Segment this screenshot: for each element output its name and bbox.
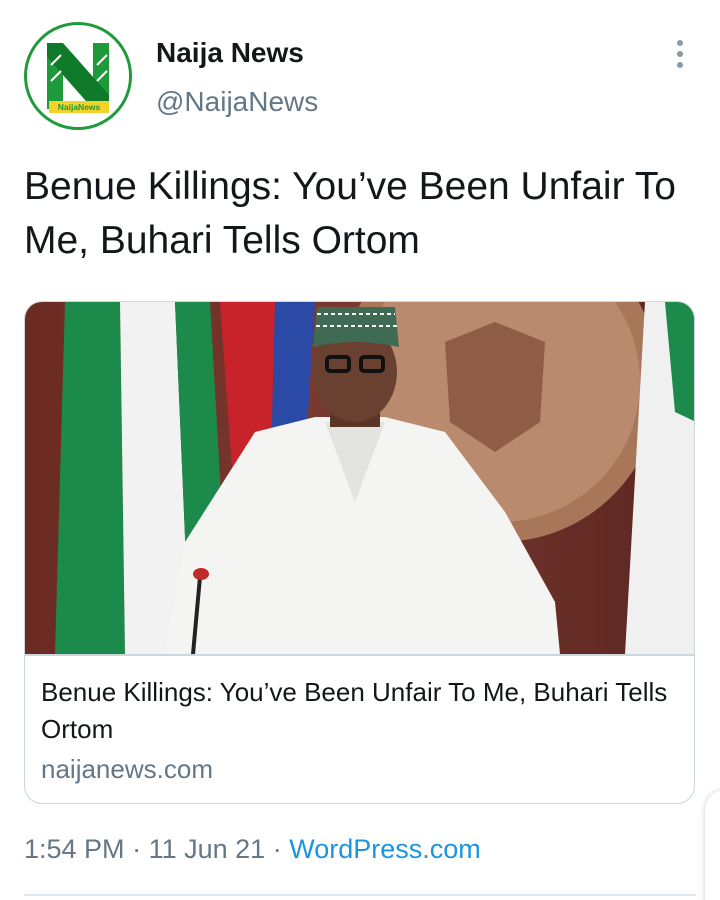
naija-news-logo-icon: NaijaNews: [27, 25, 129, 127]
dot-icon: [677, 62, 683, 68]
tweet: NaijaNews Naija News @NaijaNews Benue Ki…: [0, 0, 720, 900]
avatar[interactable]: NaijaNews: [24, 22, 132, 130]
author-handle[interactable]: @NaijaNews: [156, 86, 318, 118]
author-display-name[interactable]: Naija News: [156, 37, 304, 69]
divider: [24, 894, 696, 896]
dot-icon: [677, 51, 683, 57]
card-title: Benue Killings: You’ve Been Unfair To Me…: [41, 677, 668, 744]
tweet-meta: 1:54 PM · 11 Jun 21 · WordPress.com: [24, 834, 481, 865]
meta-separator: ·: [272, 834, 282, 864]
card-divider: [25, 654, 694, 656]
avatar-logo-text: NaijaNews: [58, 102, 101, 112]
tweet-text: Benue Killings: You’ve Been Unfair To Me…: [24, 165, 676, 262]
more-options-icon[interactable]: [664, 36, 696, 72]
link-card[interactable]: Benue Killings: You’ve Been Unfair To Me…: [24, 301, 695, 804]
floating-panel-edge: [705, 790, 720, 900]
card-domain: naijanews.com: [41, 754, 213, 784]
tweet-source-link[interactable]: WordPress.com: [289, 834, 481, 864]
card-image: [25, 302, 694, 654]
meta-separator: ·: [132, 834, 142, 864]
tweet-time: 1:54 PM: [24, 834, 125, 864]
dot-icon: [677, 40, 683, 46]
tweet-date: 11 Jun 21: [148, 834, 266, 864]
card-photo: [25, 302, 694, 654]
